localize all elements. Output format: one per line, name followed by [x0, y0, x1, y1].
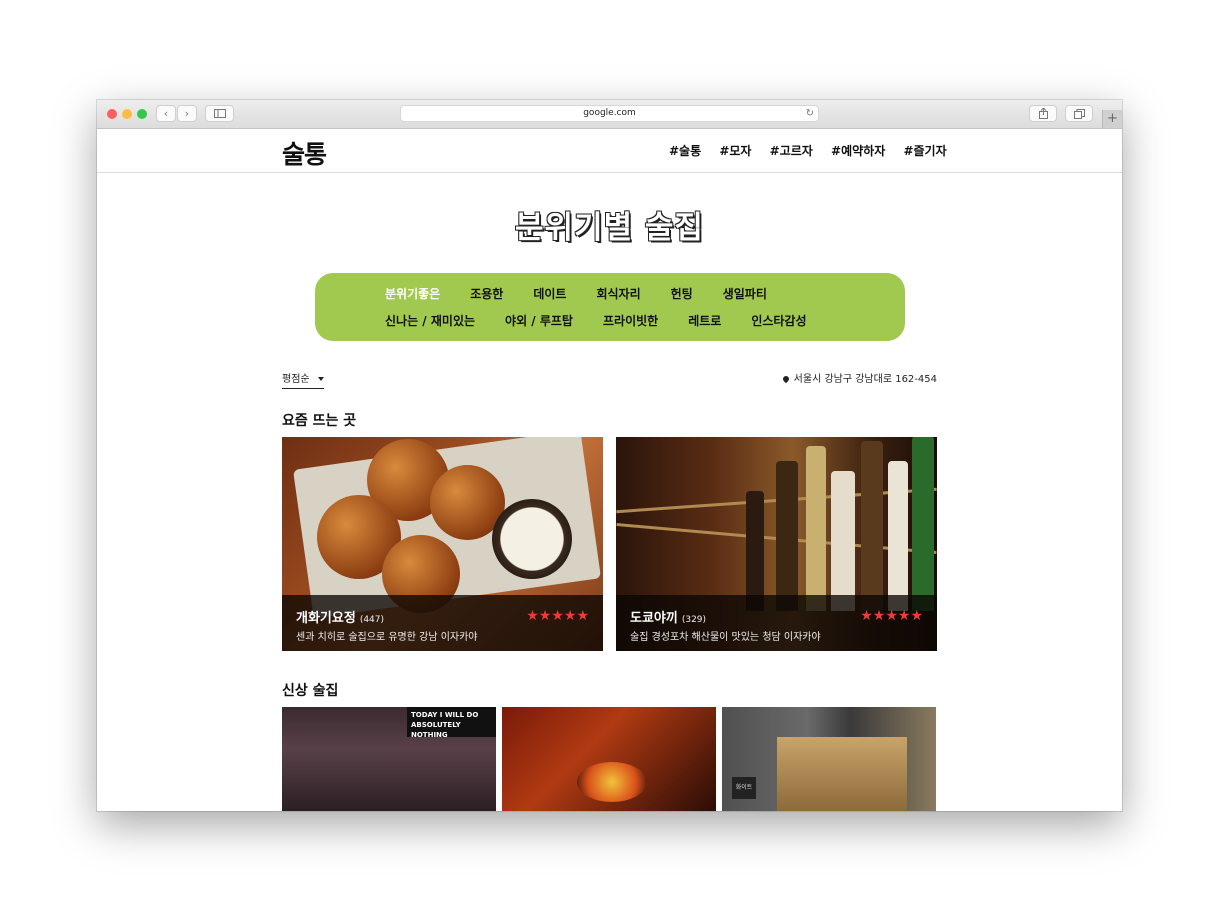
card-caption: 개화기요정 (447) 센과 치히로 술집으로 유명한 강남 이자카야 ★★★★★ — [282, 595, 603, 651]
category-date[interactable]: 데이트 — [533, 287, 566, 301]
share-button[interactable] — [1029, 105, 1057, 122]
place-description: 센과 치히로 술집으로 유명한 강남 이자카야 — [296, 632, 478, 643]
bottle — [776, 461, 798, 611]
nav-item-moja[interactable]: #모자 — [719, 144, 751, 158]
star-rating: ★★★★★ — [526, 608, 589, 624]
place-description: 술집 경성포차 해산물이 맛있는 청담 이자카야 — [630, 632, 821, 643]
category-insta[interactable]: 인스타감성 — [751, 314, 806, 328]
store-sign: 화이트 — [732, 777, 756, 799]
chevron-left-icon: ‹ — [163, 107, 169, 120]
category-retro[interactable]: 레트로 — [688, 314, 721, 328]
sidebar-icon — [213, 109, 226, 118]
star-rating: ★★★★★ — [860, 608, 923, 624]
close-window-button[interactable] — [107, 109, 117, 119]
plus-icon: + — [1107, 111, 1118, 126]
page-title: 분위기별 술집 — [515, 210, 704, 246]
site-logo[interactable]: 술통 — [282, 135, 327, 171]
nav-item-jeulgija[interactable]: #즐기자 — [903, 144, 946, 158]
nav-item-sultong[interactable]: #술통 — [669, 144, 701, 158]
url-text: google.com — [583, 108, 636, 118]
address-bar[interactable]: google.com ↻ — [400, 105, 819, 122]
sauce-bowl — [492, 499, 572, 579]
review-count: (329) — [681, 615, 707, 625]
category-row-1: 분위기좋은 조용한 데이트 회식자리 헌팅 생일파티 — [385, 285, 797, 302]
maximize-window-button[interactable] — [137, 109, 147, 119]
sort-dropdown[interactable]: 평점순 — [282, 370, 324, 389]
trending-section-title: 요즘 뜨는 곳 — [282, 413, 357, 429]
new-place-card[interactable]: TODAY I WILL DO ABSOLUTELY NOTHING — [282, 707, 496, 811]
review-count: (447) — [359, 615, 385, 625]
category-private[interactable]: 프라이빗한 — [603, 314, 658, 328]
trending-card[interactable]: 개화기요정 (447) 센과 치히로 술집으로 유명한 강남 이자카야 ★★★★★ — [282, 437, 603, 651]
bottle — [746, 491, 764, 611]
share-icon — [1038, 107, 1048, 119]
category-birthday[interactable]: 생일파티 — [723, 287, 767, 301]
back-button[interactable]: ‹ — [156, 105, 176, 122]
location-selector[interactable]: 서울시 강남구 강남대로 162-454 — [781, 370, 937, 385]
place-name: 도쿄야끼 — [630, 611, 678, 626]
sort-label: 평점순 — [282, 374, 310, 385]
category-row-2: 신나는 / 재미있는 야외 / 루프탑 프라이빗한 레트로 인스타감성 — [385, 312, 837, 329]
map-pin-icon — [781, 374, 790, 384]
browser-window: ‹ › google.com ↻ + 술통 #술통 #모자 #고르자 #예약하자… — [97, 100, 1122, 811]
location-text: 서울시 강남구 강남대로 162-454 — [793, 374, 937, 385]
sidebar-toggle-button[interactable] — [205, 105, 234, 122]
card-caption: 도쿄야끼 (329) 술집 경성포차 해산물이 맛있는 청담 이자카야 ★★★★★ — [616, 595, 937, 651]
trending-card[interactable]: 도쿄야끼 (329) 술집 경성포차 해산물이 맛있는 청담 이자카야 ★★★★★ — [616, 437, 937, 651]
chevron-right-icon: › — [184, 107, 190, 120]
site-header: 술통 #술통 #모자 #고르자 #예약하자 #즐기자 — [97, 129, 1122, 173]
category-company-dinner[interactable]: 회식자리 — [596, 287, 640, 301]
bottle — [888, 461, 908, 611]
bottle — [831, 471, 855, 611]
cocktail-photo — [577, 762, 647, 802]
nav-item-yeyakhaja[interactable]: #예약하자 — [831, 144, 885, 158]
caret-down-icon — [317, 377, 324, 381]
card-title: 도쿄야끼 (329) — [630, 607, 706, 626]
minimize-window-button[interactable] — [122, 109, 132, 119]
tabs-overview-button[interactable] — [1065, 105, 1093, 122]
category-panel: 분위기좋은 조용한 데이트 회식자리 헌팅 생일파티 신나는 / 재미있는 야외 / 루프탑… — [315, 273, 905, 341]
storefront-window — [777, 737, 907, 811]
browser-toolbar: ‹ › google.com ↻ + — [97, 100, 1122, 129]
bottle — [861, 441, 883, 611]
bottle — [806, 446, 826, 611]
new-place-card[interactable]: 화이트 — [722, 707, 936, 811]
nav-item-goreuja[interactable]: #고르자 — [770, 144, 813, 158]
forward-button[interactable]: › — [177, 105, 197, 122]
new-section-title: 신상 술집 — [282, 683, 339, 699]
category-quiet[interactable]: 조용한 — [470, 287, 503, 301]
reload-icon[interactable]: ↻ — [806, 106, 814, 121]
category-mood[interactable]: 분위기좋은 — [385, 287, 440, 301]
card-title: 개화기요정 (447) — [296, 607, 384, 626]
category-outdoor[interactable]: 야외 / 루프탑 — [505, 314, 573, 328]
tabs-icon — [1073, 109, 1085, 119]
neon-sign: TODAY I WILL DO ABSOLUTELY NOTHING — [407, 707, 496, 739]
main-nav: #술통 #모자 #고르자 #예약하자 #즐기자 — [669, 142, 961, 159]
bottle — [912, 437, 934, 611]
new-tab-button[interactable]: + — [1102, 110, 1122, 128]
category-hunting[interactable]: 헌팅 — [671, 287, 693, 301]
category-fun[interactable]: 신나는 / 재미있는 — [385, 314, 475, 328]
new-place-card[interactable] — [502, 707, 716, 811]
place-name: 개화기요정 — [296, 611, 356, 626]
